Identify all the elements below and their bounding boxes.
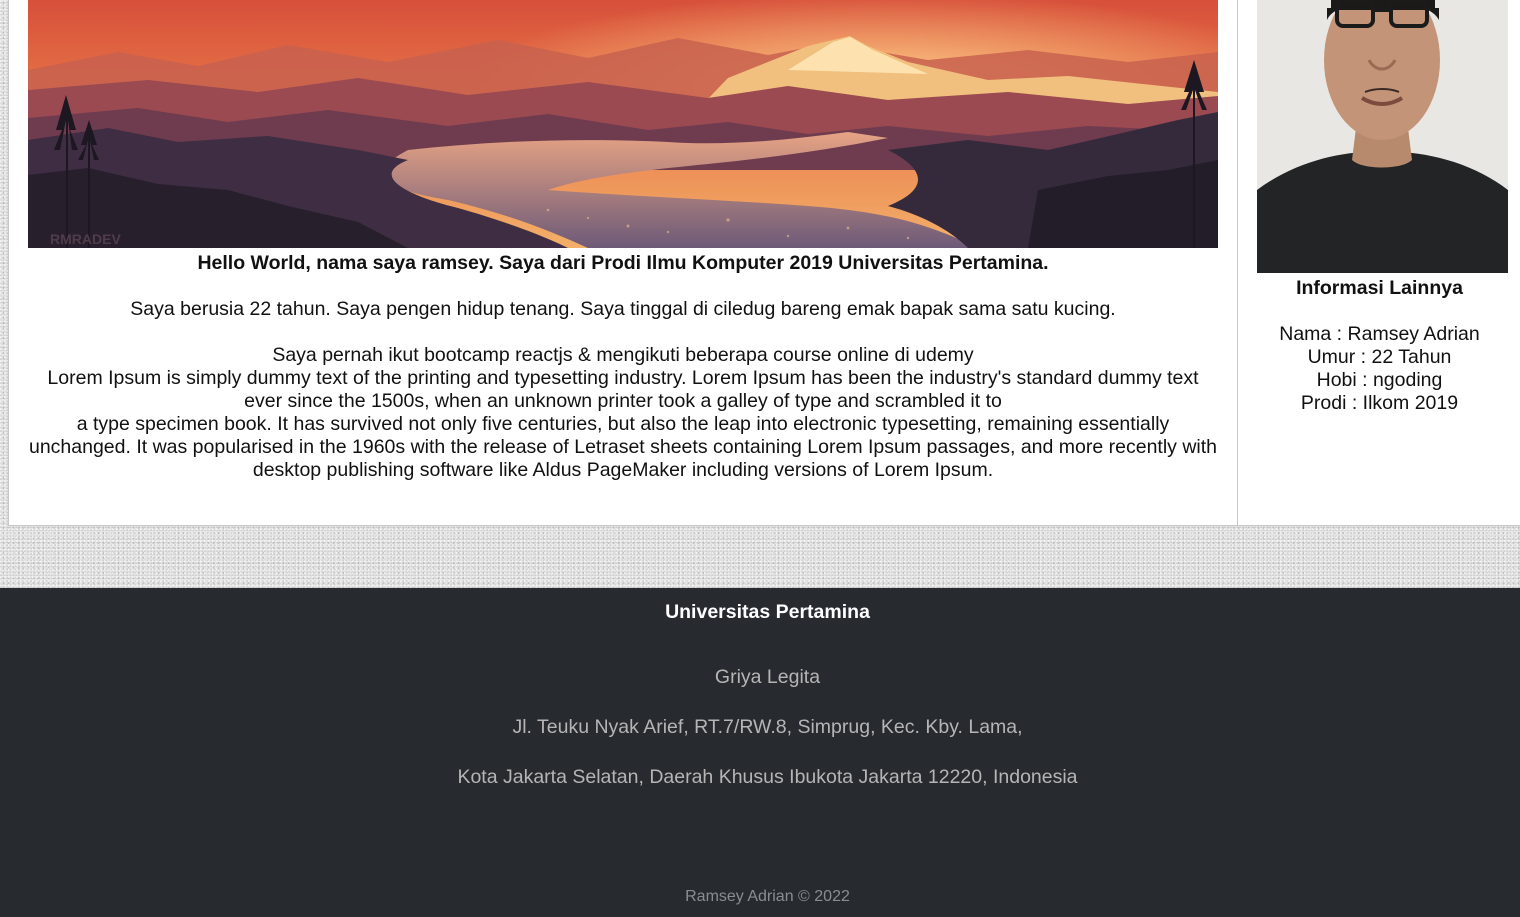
footer-title: Universitas Pertamina <box>665 601 870 623</box>
info-item-name: Nama : Ramsey Adrian <box>1279 323 1480 345</box>
sidebar-panel: Informasi Lainnya Nama : Ramsey Adrian U… <box>1237 0 1520 526</box>
footer-copyright: Ramsey Adrian © 2022 <box>685 888 850 905</box>
site-footer: Universitas Pertamina Griya Legita Jl. T… <box>0 588 1520 917</box>
banner-image: RMRADEV <box>28 0 1218 248</box>
footer-address-line-1: Griya Legita <box>714 666 821 688</box>
sidebar-title: Informasi Lainnya <box>1296 277 1463 299</box>
intro-content: Hello World, nama saya ramsey. Saya dari… <box>9 252 1237 482</box>
sunset-landscape-illustration: RMRADEV <box>28 0 1218 248</box>
profile-photo <box>1257 0 1508 273</box>
info-item-age: Umur : 22 Tahun <box>1307 346 1452 368</box>
lorem-paragraph-2: a type specimen book. It has survived no… <box>28 413 1218 481</box>
intro-headline: Hello World, nama saya ramsey. Saya dari… <box>197 252 1049 274</box>
banner-watermark: RMRADEV <box>50 231 121 247</box>
info-list: Nama : Ramsey Adrian Umur : 22 Tahun Hob… <box>1238 323 1520 415</box>
footer-address-line-2: Jl. Teuku Nyak Arief, RT.7/RW.8, Simprug… <box>512 716 1023 738</box>
paragraph-bootcamp: Saya pernah ikut bootcamp reactjs & meng… <box>272 344 974 366</box>
main-content-panel: RMRADEV Hello World, nama saya ramsey. S… <box>8 0 1238 526</box>
info-item-hobby: Hobi : ngoding <box>1316 369 1443 391</box>
info-item-program: Prodi : Ilkom 2019 <box>1300 392 1459 414</box>
footer-address-line-3: Kota Jakarta Selatan, Daerah Khusus Ibuk… <box>457 766 1078 788</box>
paragraph-age: Saya berusia 22 tahun. Saya pengen hidup… <box>130 298 1116 320</box>
lorem-paragraph-1: Lorem Ipsum is simply dummy text of the … <box>47 367 1199 412</box>
avatar <box>1257 0 1508 273</box>
